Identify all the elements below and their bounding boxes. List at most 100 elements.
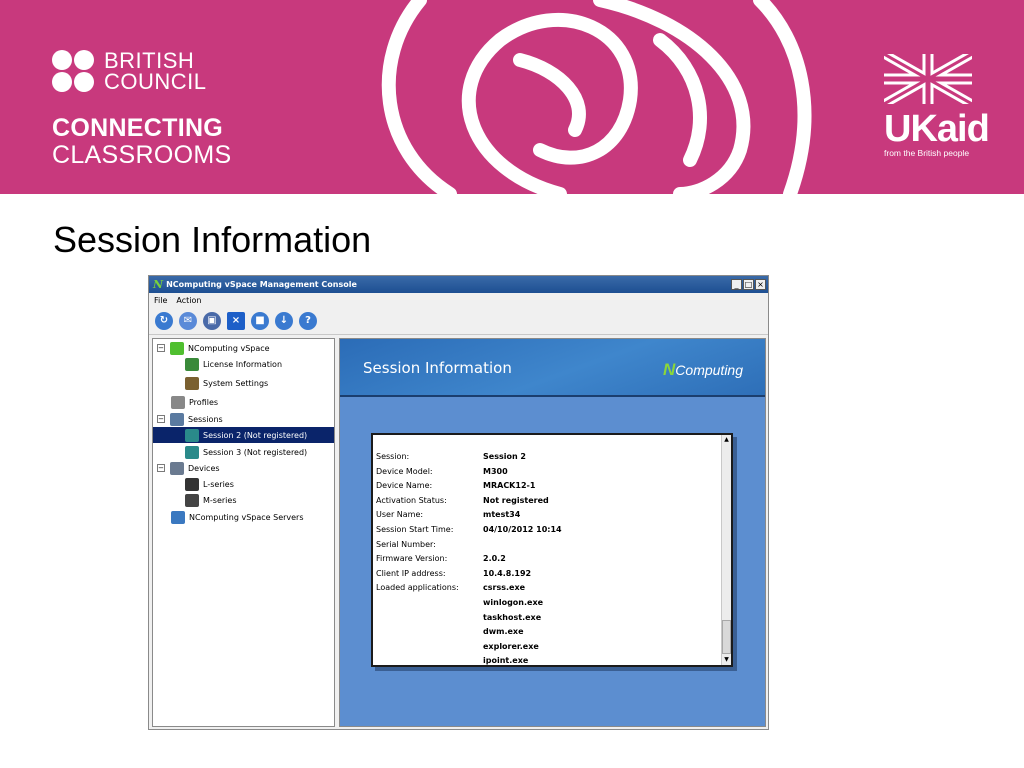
ncomputing-logo-icon (170, 341, 184, 355)
info-value: dwm.exe (483, 627, 524, 637)
window-title: NComputing vSpace Management Console (166, 280, 357, 289)
union-flag-icon (881, 50, 975, 108)
info-value: winlogon.exe (483, 598, 544, 607)
info-row: Client IP address: 10.4.8.192 (376, 569, 531, 583)
scroll-up-arrow-icon[interactable]: ▲ (722, 435, 731, 445)
info-row: Firmware Version: 2.0.2 (376, 554, 506, 568)
tree-item[interactable]: Session 3 (Not registered) (185, 444, 307, 460)
info-value: taskhost.exe (483, 612, 542, 622)
info-row: User Name: mtest34 (376, 510, 520, 524)
scroll-thumb[interactable] (722, 620, 731, 654)
session-monitor-icon (185, 445, 199, 459)
brand-line1: BRITISH (104, 48, 195, 73)
details-title: Session Information (363, 359, 512, 377)
info-value: MRACK12-1 (483, 481, 536, 491)
info-label: Serial Number: (376, 539, 436, 549)
info-value: 10.4.8.192 (483, 568, 532, 578)
info-label (376, 656, 483, 670)
sessions-icon (170, 412, 184, 426)
info-row: Activation Status: Not registered (376, 496, 549, 510)
tree-item-label: Devices (188, 463, 220, 473)
info-value: explorer.exe (483, 641, 539, 651)
scroll-down-arrow-icon[interactable]: ▼ (722, 655, 731, 665)
close-button[interactable]: × (755, 279, 766, 290)
tree-expander-icon[interactable]: − (157, 344, 165, 352)
info-row: winlogon.exe (376, 598, 543, 612)
info-label: Device Name: (376, 481, 433, 491)
session-info-box: Session: Session 2 Device Model: M300 Device… (371, 433, 733, 667)
tree-item[interactable]: Profiles (171, 394, 218, 410)
slide-title: Session Information (53, 219, 372, 260)
tree-item[interactable]: NComputing vSpace Servers (171, 509, 304, 525)
tree-item-label: Sessions (188, 414, 223, 424)
tree-item[interactable]: L-series (185, 476, 234, 492)
info-label: Device Model: (376, 466, 433, 476)
info-row: explorer.exe (376, 642, 539, 656)
info-value: 04/10/2012 10:14 (483, 525, 562, 534)
download-icon[interactable]: ↓ (275, 311, 293, 330)
window-titlebar[interactable]: N NComputing vSpace Management Console _… (149, 276, 768, 293)
help-icon[interactable]: ? (299, 311, 317, 330)
license-icon (185, 357, 199, 371)
tree-item[interactable]: − NComputing vSpace (157, 340, 270, 356)
tree-item-label: License Information (203, 359, 283, 369)
info-value: M300 (483, 466, 508, 476)
devices-icon (170, 461, 184, 475)
info-label: Client IP address: (376, 568, 446, 578)
ncomputing-n-icon: N (153, 278, 164, 291)
details-header: Session Information NComputing (340, 339, 765, 397)
info-label: Session Start Time: (376, 525, 454, 534)
tree-expander-icon[interactable]: − (157, 415, 165, 423)
disconnect-icon[interactable]: × (227, 311, 245, 330)
tree-expander-icon[interactable]: − (157, 464, 165, 472)
brand-rest: Computing (675, 362, 743, 378)
tree-item-label: Session 2 (Not registered) (203, 430, 308, 440)
minimize-button[interactable]: _ (731, 279, 742, 290)
info-label (376, 627, 483, 641)
info-value: ipoint.exe (483, 656, 529, 666)
servers-network-icon (171, 510, 185, 524)
vspace-console-window: N NComputing vSpace Management Console _… (148, 275, 769, 730)
session-monitor-icon (185, 428, 199, 442)
info-row: Session: Session 2 (376, 452, 526, 466)
message-icon[interactable]: ✉ (179, 311, 197, 330)
tree-item-label: NComputing vSpace Servers (189, 512, 304, 522)
tree-item-label: Session 3 (Not registered) (203, 447, 308, 457)
refresh-icon[interactable]: ↻ (155, 311, 173, 330)
monitor-icon[interactable]: ▣ (203, 311, 221, 330)
info-row: ipoint.exe (376, 656, 528, 670)
info-row: dwm.exe (376, 627, 524, 641)
l-series-device-icon (185, 477, 199, 491)
info-scrollbar[interactable]: ▲ ▼ (721, 435, 731, 665)
console-content: − NComputing vSpace License Information Sys… (152, 338, 766, 727)
stop-icon[interactable]: ■ (251, 311, 269, 330)
tree-item[interactable]: System Settings (185, 375, 268, 391)
info-value: csrss.exe (483, 583, 526, 593)
british-council-dots-icon (52, 50, 98, 92)
settings-icon (185, 376, 199, 390)
info-label: Session: (376, 452, 410, 461)
ukaid-tagline: from the British people (884, 148, 970, 158)
ukaid-logo: UKaid from the British people (881, 50, 990, 158)
ncomputing-brand: NComputing (663, 360, 743, 380)
program-line1: CONNECTING (52, 114, 224, 142)
toolbar: ↻ ✉ ▣ × ■ ↓? (149, 307, 768, 335)
tree-item-label: L-series (203, 479, 234, 489)
info-row: Session Start Time: 04/10/2012 10:14 (376, 525, 562, 539)
tree-item[interactable]: M-series (185, 492, 236, 508)
tree-item[interactable]: − Devices (157, 460, 220, 476)
tree-item[interactable]: − Sessions (157, 411, 223, 427)
tree-item[interactable]: License Information (185, 356, 282, 372)
tree-item-label: Profiles (189, 397, 219, 407)
tree-item-label: System Settings (203, 378, 269, 388)
info-row: Device Name: MRACK12-1 (376, 481, 535, 495)
british-council-logo: BRITISH COUNCIL (52, 48, 207, 93)
tree-item[interactable]: Session 2 (Not registered) (153, 427, 334, 443)
slide-banner: BRITISH COUNCIL CONNECTING CLASSROOMS UK… (0, 0, 1024, 194)
info-value: mtest34 (483, 510, 521, 520)
details-pane: Session Information NComputing Session: S… (339, 338, 766, 727)
maximize-button[interactable]: □ (743, 279, 754, 290)
menu-file[interactable]: File (154, 296, 167, 305)
m-series-device-icon (185, 493, 199, 507)
menu-action[interactable]: Action (176, 296, 201, 305)
